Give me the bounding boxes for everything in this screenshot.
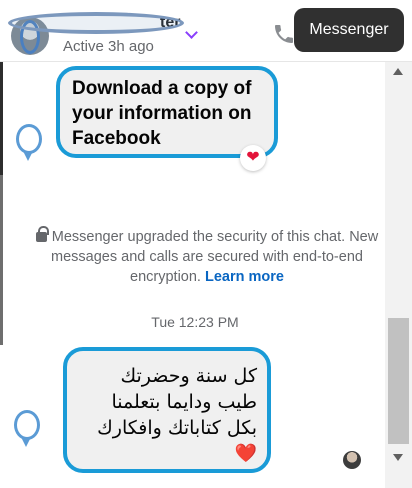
- redaction-circle-tail: [23, 151, 33, 161]
- message-timestamp: Tue 12:23 PM: [151, 314, 239, 330]
- scroll-down-arrow-icon[interactable]: [393, 454, 403, 461]
- redaction-circle-tail: [21, 437, 31, 447]
- scroll-up-arrow-icon[interactable]: [393, 68, 403, 75]
- phone-icon[interactable]: [272, 22, 296, 46]
- lock-icon: [35, 226, 49, 242]
- message-bubble[interactable]: Download a copy of your information on F…: [56, 66, 278, 158]
- redaction-circle: [14, 410, 40, 440]
- heart-emoji: ❤️: [234, 443, 257, 464]
- messenger-tooltip: Messenger: [294, 8, 404, 52]
- scrollbar[interactable]: [385, 62, 412, 488]
- sender-avatar[interactable]: [14, 410, 44, 447]
- security-notice: Messenger upgraded the security of this …: [32, 226, 382, 287]
- message-bubble[interactable]: كل سنة وحضرتك طيب ودايما بتعلمنا بكل كتا…: [63, 347, 271, 473]
- read-receipt-avatar: [343, 451, 361, 469]
- sender-avatar[interactable]: [16, 124, 46, 161]
- background-window-edge: [0, 60, 3, 180]
- messenger-chat-window: ter Active 3h ago Messenger Download a c…: [0, 0, 412, 488]
- active-status: Active 3h ago: [63, 38, 154, 55]
- redaction-circle: [16, 124, 42, 154]
- scrollbar-thumb[interactable]: [388, 318, 409, 444]
- chat-header: ter Active 3h ago Messenger: [0, 0, 412, 62]
- name-redaction-scribble: [8, 12, 184, 34]
- learn-more-link[interactable]: Learn more: [205, 269, 284, 285]
- heart-reaction-icon[interactable]: ❤: [240, 145, 266, 171]
- chevron-down-icon[interactable]: [185, 26, 198, 39]
- message-text: كل سنة وحضرتك طيب ودايما بتعلمنا بكل كتا…: [97, 365, 257, 439]
